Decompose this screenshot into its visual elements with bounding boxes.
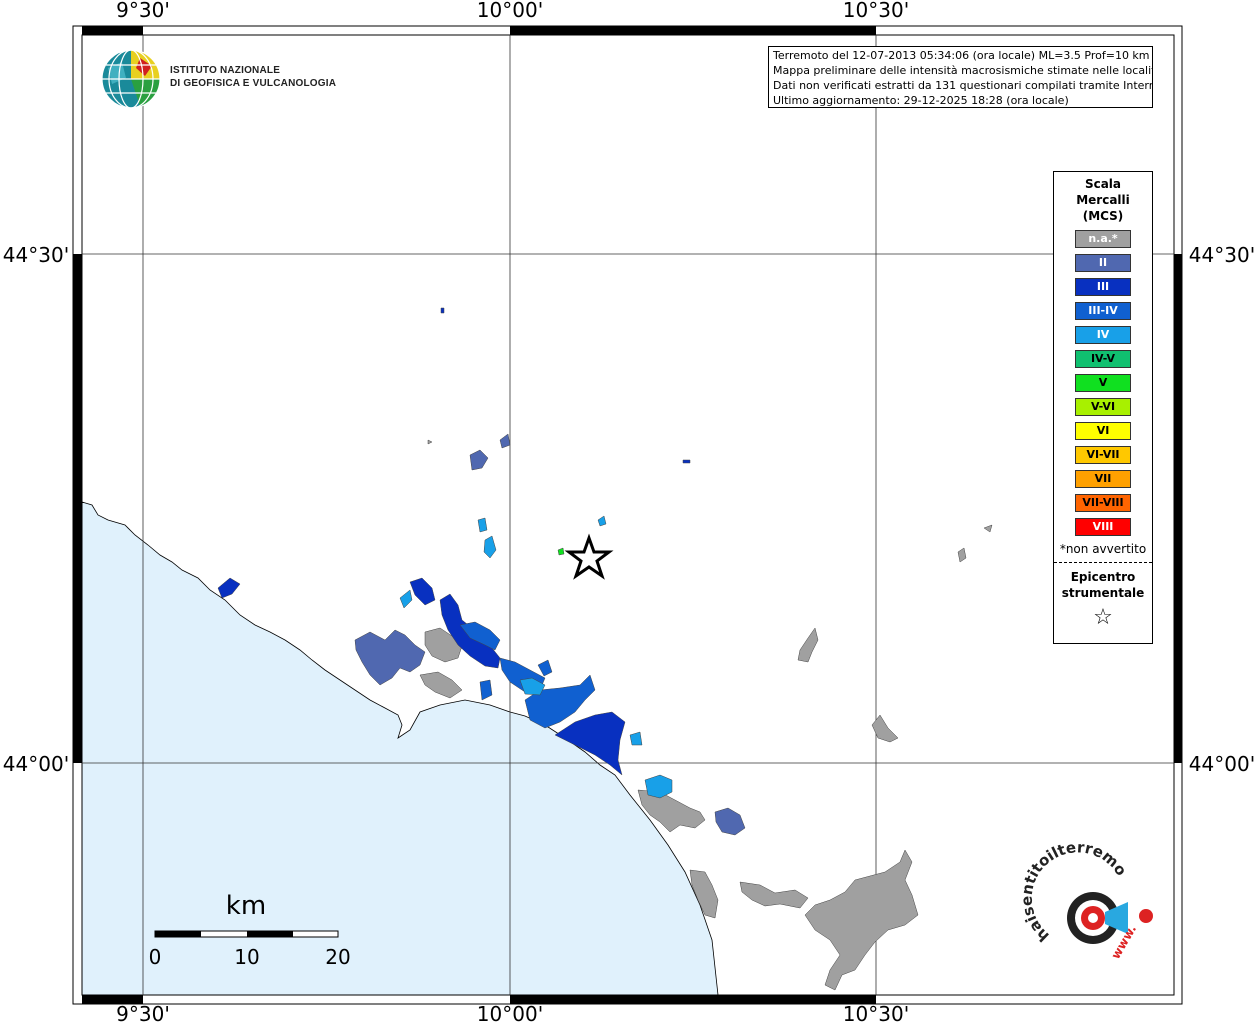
epicenter-star-icon: ☆ (1093, 605, 1113, 630)
legend-title: Scala (1084, 177, 1122, 191)
legend-item: n.a.* (1075, 230, 1131, 248)
area-II (469, 449, 489, 471)
legend-item: VII-VIII (1075, 494, 1131, 512)
area-n-a (957, 547, 967, 563)
legend-epicenter-label: strumentale (1061, 586, 1145, 600)
area-n-a (427, 439, 433, 445)
area-III-IV (479, 679, 493, 701)
intensity-legend: Scala Mercalli (MCS) n.a.* II III III-IV IV I… (1053, 171, 1153, 644)
area-III (217, 577, 241, 599)
epicenter-star-icon (564, 533, 614, 580)
legend-item: VI-VII (1075, 446, 1131, 464)
area-IV (399, 589, 413, 609)
event-info-box: Terremoto del 12-07-2013 05:34:06 (ora l… (768, 46, 1153, 108)
lat-label: 44°30' (3, 243, 69, 267)
legend-item: IV (1075, 326, 1131, 344)
area-n-a (797, 627, 819, 663)
legend-divider (1054, 562, 1152, 563)
legend-title: (MCS) (1082, 209, 1124, 223)
area-III (682, 459, 691, 464)
legend-epicenter-label: Epicentro (1070, 570, 1136, 584)
area-n-a (983, 524, 993, 533)
area-II (714, 807, 746, 836)
logo-line: DI GEOFISICA E VULCANOLOGIA (170, 78, 337, 89)
lat-label: 44°30' (1189, 243, 1255, 267)
area-II (354, 629, 426, 686)
area-III (440, 307, 445, 314)
legend-item: V (1075, 374, 1131, 392)
legend-item: III-IV (1075, 302, 1131, 320)
area-n-a (804, 849, 919, 991)
legend-item: III (1075, 278, 1131, 296)
area-IV (629, 731, 643, 746)
globe-icon (101, 49, 161, 109)
legend-note: *non avvertito (1059, 542, 1147, 556)
lat-label: 44°00' (3, 752, 69, 776)
scale-bar-label: 20 (325, 945, 350, 969)
legend-item: VII (1075, 470, 1131, 488)
scale-bar-label: 10 (234, 945, 259, 969)
lat-label: 44°00' (1189, 752, 1255, 776)
info-line: Ultimo aggiornamento: 29-12-2025 18:28 (… (773, 94, 1069, 107)
area-IV (477, 517, 488, 533)
lon-label: 10°00' (477, 0, 543, 22)
info-line: Mappa preliminare delle intensità macros… (773, 64, 1153, 77)
lon-label: 9°30' (116, 0, 170, 22)
area-II (499, 433, 511, 449)
legend-item: IV-V (1075, 350, 1131, 368)
info-line: Dati non verificati estratti da 131 ques… (773, 79, 1153, 92)
area-n-a (739, 881, 809, 909)
legend-title: Mercalli (1076, 193, 1130, 207)
area-IV (644, 774, 673, 799)
ingv-logo: ISTITUTO NAZIONALE DI GEOFISICA E VULCAN… (100, 48, 360, 110)
area-n-a (419, 671, 463, 699)
logo-line: ISTITUTO NAZIONALE (170, 65, 281, 76)
lon-label: 10°30' (843, 0, 909, 22)
lon-label: 9°30' (116, 1002, 170, 1024)
area-IV (597, 515, 607, 527)
legend-item: V-VI (1075, 398, 1131, 416)
legend-item: VIII (1075, 518, 1131, 536)
area-III (409, 577, 436, 606)
sea-area (81, 501, 719, 996)
scale-bar-label: 0 (149, 945, 162, 969)
lon-label: 10°00' (477, 1002, 543, 1024)
legend-item: VI (1075, 422, 1131, 440)
info-line: Terremoto del 12-07-2013 05:34:06 (ora l… (773, 49, 1150, 62)
legend-item: II (1075, 254, 1131, 272)
area-III-IV (537, 659, 553, 677)
legend-items: n.a.* II III III-IV IV IV-V V V-VI VI VI-VII VII VI… (1054, 230, 1152, 536)
lon-label: 10°30' (843, 1002, 909, 1024)
area-IV (483, 535, 497, 559)
scale-bar-title: km (226, 891, 266, 921)
area-V (557, 547, 565, 556)
